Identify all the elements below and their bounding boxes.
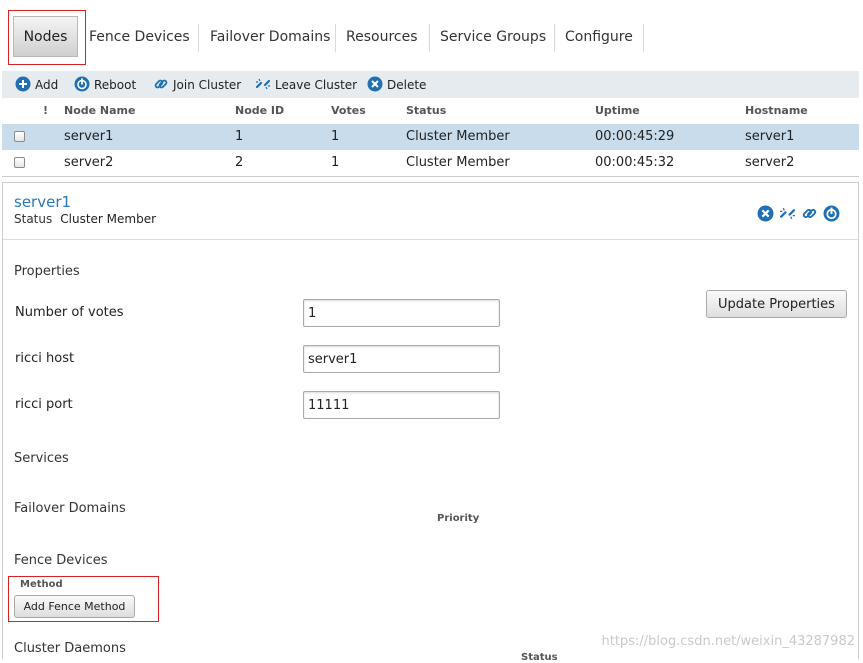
ricci-port-input[interactable] — [303, 391, 500, 419]
votes-label: Number of votes — [15, 305, 124, 320]
properties-heading: Properties — [14, 264, 80, 279]
delete-button[interactable]: Delete — [367, 75, 426, 95]
node-id-cell: 2 — [235, 155, 244, 170]
join-cluster-label: Join Cluster — [173, 78, 242, 92]
col-votes[interactable]: Votes — [331, 104, 366, 117]
toolbar: Add Reboot Join Cluster Leave Cluster De… — [2, 71, 859, 98]
delete-icon — [367, 76, 383, 92]
tab-separator — [643, 24, 644, 52]
reboot-label: Reboot — [94, 78, 137, 92]
node-detail-header: server1 Status Cluster Member — [3, 183, 858, 240]
row-checkbox[interactable] — [14, 157, 25, 168]
node-name-cell: server2 — [64, 155, 114, 170]
status-cell: Cluster Member — [406, 155, 510, 170]
tab-separator — [198, 24, 199, 52]
leave-cluster-label: Leave Cluster — [275, 78, 358, 92]
hostname-cell: server2 — [745, 155, 795, 170]
fence-devices-heading: Fence Devices — [14, 553, 108, 568]
add-button[interactable]: Add — [15, 75, 58, 95]
join-cluster-button[interactable]: Join Cluster — [153, 75, 241, 95]
watermark: https://blog.csdn.net/weixin_43287982 — [601, 634, 855, 649]
col-flag: ! — [43, 104, 49, 117]
node-status: Status Cluster Member — [14, 212, 156, 226]
tab-configure[interactable]: Configure — [559, 20, 639, 54]
col-node-id[interactable]: Node ID — [235, 104, 284, 117]
table-row[interactable]: server2 2 1 Cluster Member 00:00:45:32 s… — [2, 150, 859, 176]
node-actions — [752, 203, 840, 222]
node-detail-panel: server1 Status Cluster Member Properties … — [2, 182, 859, 663]
node-name-cell: server1 — [64, 129, 114, 144]
method-column-header: Method — [20, 579, 63, 590]
status-cell: Cluster Member — [406, 129, 510, 144]
tab-service-groups[interactable]: Service Groups — [434, 20, 552, 54]
failover-domains-heading: Failover Domains — [14, 501, 126, 516]
col-status[interactable]: Status — [406, 104, 446, 117]
add-icon — [15, 76, 31, 92]
power-gear-icon[interactable] — [823, 205, 840, 222]
power-gear-icon — [74, 76, 90, 92]
uptime-cell: 00:00:45:32 — [595, 155, 675, 170]
cluster-daemons-heading: Cluster Daemons — [14, 641, 126, 656]
link-icon[interactable] — [801, 205, 818, 222]
tab-resources[interactable]: Resources — [340, 20, 424, 54]
votes-cell: 1 — [331, 129, 340, 144]
status-value: Cluster Member — [60, 212, 157, 226]
col-node-name[interactable]: Node Name — [64, 104, 135, 117]
col-hostname[interactable]: Hostname — [745, 104, 808, 117]
services-heading: Services — [14, 451, 69, 466]
col-uptime[interactable]: Uptime — [595, 104, 640, 117]
node-title: server1 — [14, 193, 72, 211]
tab-separator — [335, 24, 336, 52]
uptime-cell: 00:00:45:29 — [595, 129, 675, 144]
daemons-status-column-header: Status — [521, 652, 558, 663]
status-label: Status — [14, 212, 53, 226]
leave-cluster-button[interactable]: Leave Cluster — [255, 75, 357, 95]
tab-nodes[interactable]: Nodes — [13, 16, 78, 57]
tab-bar: Nodes Fence Devices Failover Domains Res… — [0, 0, 863, 70]
update-properties-button[interactable]: Update Properties — [706, 290, 847, 318]
row-checkbox[interactable] — [14, 131, 25, 142]
priority-column-header: Priority — [437, 513, 480, 524]
ricci-port-label: ricci port — [15, 397, 73, 412]
broken-link-icon[interactable] — [779, 205, 796, 222]
delete-label: Delete — [387, 78, 427, 92]
nodes-table: ! Node Name Node ID Votes Status Uptime … — [2, 98, 859, 177]
reboot-button[interactable]: Reboot — [74, 75, 136, 95]
ricci-host-input[interactable] — [303, 345, 500, 373]
tab-separator — [554, 24, 555, 52]
ricci-host-label: ricci host — [15, 351, 75, 366]
node-id-cell: 1 — [235, 129, 244, 144]
votes-cell: 1 — [331, 155, 340, 170]
table-header: ! Node Name Node ID Votes Status Uptime … — [2, 98, 859, 124]
add-label: Add — [35, 78, 59, 92]
table-row[interactable]: server1 1 1 Cluster Member 00:00:45:29 s… — [2, 124, 859, 150]
tab-separator — [429, 24, 430, 52]
broken-link-icon — [255, 78, 271, 90]
hostname-cell: server1 — [745, 129, 795, 144]
link-icon — [154, 79, 168, 89]
tab-fence-devices[interactable]: Fence Devices — [83, 20, 196, 54]
votes-input[interactable] — [303, 299, 500, 327]
add-fence-method-button[interactable]: Add Fence Method — [14, 595, 135, 618]
delete-icon[interactable] — [757, 205, 774, 222]
tab-failover-domains[interactable]: Failover Domains — [204, 20, 336, 54]
